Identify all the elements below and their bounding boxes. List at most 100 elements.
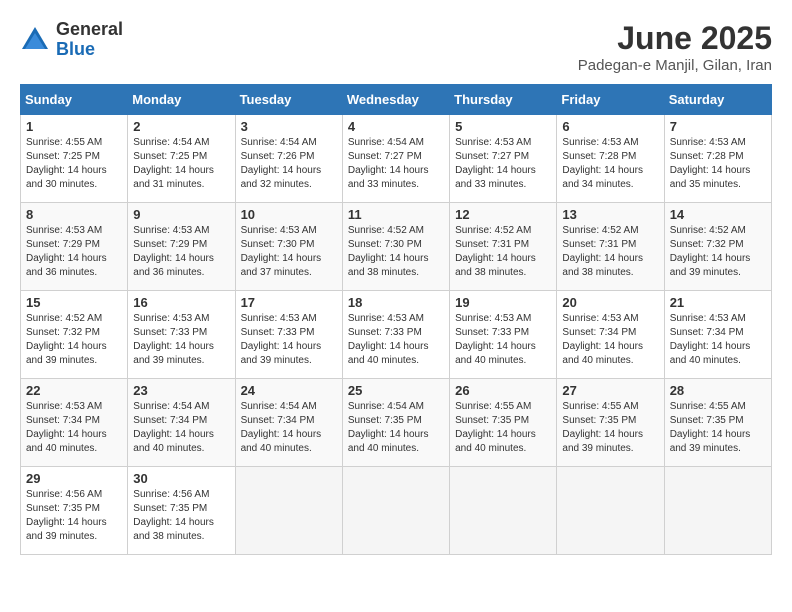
daylight-label: Daylight: 14 hours and 34 minutes. bbox=[562, 165, 643, 190]
calendar-cell: 30 Sunrise: 4:56 AM Sunset: 7:35 PM Dayl… bbox=[128, 467, 235, 555]
day-info: Sunrise: 4:53 AM Sunset: 7:27 PM Dayligh… bbox=[455, 136, 551, 192]
day-number: 30 bbox=[133, 471, 229, 486]
sunrise-label: Sunrise: 4:54 AM bbox=[348, 137, 424, 148]
calendar-cell: 24 Sunrise: 4:54 AM Sunset: 7:34 PM Dayl… bbox=[235, 379, 342, 467]
calendar-cell: 26 Sunrise: 4:55 AM Sunset: 7:35 PM Dayl… bbox=[450, 379, 557, 467]
day-number: 3 bbox=[241, 119, 337, 134]
day-info: Sunrise: 4:53 AM Sunset: 7:34 PM Dayligh… bbox=[562, 312, 658, 368]
day-number: 13 bbox=[562, 207, 658, 222]
col-header-sunday: Sunday bbox=[21, 85, 128, 115]
day-number: 24 bbox=[241, 383, 337, 398]
day-info: Sunrise: 4:56 AM Sunset: 7:35 PM Dayligh… bbox=[133, 488, 229, 544]
day-number: 27 bbox=[562, 383, 658, 398]
daylight-label: Daylight: 14 hours and 39 minutes. bbox=[562, 429, 643, 454]
sunset-label: Sunset: 7:30 PM bbox=[241, 239, 315, 250]
day-number: 9 bbox=[133, 207, 229, 222]
sunset-label: Sunset: 7:31 PM bbox=[455, 239, 529, 250]
day-info: Sunrise: 4:56 AM Sunset: 7:35 PM Dayligh… bbox=[26, 488, 122, 544]
calendar-cell: 13 Sunrise: 4:52 AM Sunset: 7:31 PM Dayl… bbox=[557, 203, 664, 291]
day-info: Sunrise: 4:53 AM Sunset: 7:33 PM Dayligh… bbox=[455, 312, 551, 368]
daylight-label: Daylight: 14 hours and 38 minutes. bbox=[133, 517, 214, 542]
day-info: Sunrise: 4:54 AM Sunset: 7:27 PM Dayligh… bbox=[348, 136, 444, 192]
sunrise-label: Sunrise: 4:53 AM bbox=[26, 401, 102, 412]
calendar-week-3: 15 Sunrise: 4:52 AM Sunset: 7:32 PM Dayl… bbox=[21, 291, 772, 379]
sunrise-label: Sunrise: 4:55 AM bbox=[26, 137, 102, 148]
sunrise-label: Sunrise: 4:53 AM bbox=[133, 225, 209, 236]
daylight-label: Daylight: 14 hours and 40 minutes. bbox=[348, 341, 429, 366]
daylight-label: Daylight: 14 hours and 39 minutes. bbox=[26, 517, 107, 542]
calendar-cell: 2 Sunrise: 4:54 AM Sunset: 7:25 PM Dayli… bbox=[128, 115, 235, 203]
sunrise-label: Sunrise: 4:52 AM bbox=[348, 225, 424, 236]
daylight-label: Daylight: 14 hours and 40 minutes. bbox=[133, 429, 214, 454]
daylight-label: Daylight: 14 hours and 38 minutes. bbox=[562, 253, 643, 278]
calendar-cell: 12 Sunrise: 4:52 AM Sunset: 7:31 PM Dayl… bbox=[450, 203, 557, 291]
daylight-label: Daylight: 14 hours and 39 minutes. bbox=[241, 341, 322, 366]
sunrise-label: Sunrise: 4:55 AM bbox=[455, 401, 531, 412]
day-info: Sunrise: 4:52 AM Sunset: 7:31 PM Dayligh… bbox=[562, 224, 658, 280]
calendar-cell: 19 Sunrise: 4:53 AM Sunset: 7:33 PM Dayl… bbox=[450, 291, 557, 379]
logo-text: General Blue bbox=[56, 20, 123, 60]
sunrise-label: Sunrise: 4:54 AM bbox=[133, 137, 209, 148]
day-number: 28 bbox=[670, 383, 766, 398]
sunrise-label: Sunrise: 4:53 AM bbox=[562, 137, 638, 148]
day-number: 5 bbox=[455, 119, 551, 134]
header-row: SundayMondayTuesdayWednesdayThursdayFrid… bbox=[21, 85, 772, 115]
daylight-label: Daylight: 14 hours and 39 minutes. bbox=[133, 341, 214, 366]
daylight-label: Daylight: 14 hours and 35 minutes. bbox=[670, 165, 751, 190]
calendar-week-4: 22 Sunrise: 4:53 AM Sunset: 7:34 PM Dayl… bbox=[21, 379, 772, 467]
col-header-wednesday: Wednesday bbox=[342, 85, 449, 115]
day-info: Sunrise: 4:53 AM Sunset: 7:34 PM Dayligh… bbox=[670, 312, 766, 368]
calendar-cell: 18 Sunrise: 4:53 AM Sunset: 7:33 PM Dayl… bbox=[342, 291, 449, 379]
daylight-label: Daylight: 14 hours and 40 minutes. bbox=[455, 429, 536, 454]
sunrise-label: Sunrise: 4:53 AM bbox=[670, 137, 746, 148]
day-number: 4 bbox=[348, 119, 444, 134]
calendar-cell bbox=[235, 467, 342, 555]
col-header-saturday: Saturday bbox=[664, 85, 771, 115]
sunrise-label: Sunrise: 4:55 AM bbox=[670, 401, 746, 412]
sunrise-label: Sunrise: 4:52 AM bbox=[670, 225, 746, 236]
day-number: 25 bbox=[348, 383, 444, 398]
daylight-label: Daylight: 14 hours and 40 minutes. bbox=[455, 341, 536, 366]
logo-icon bbox=[20, 25, 50, 55]
col-header-friday: Friday bbox=[557, 85, 664, 115]
day-number: 17 bbox=[241, 295, 337, 310]
calendar-cell: 15 Sunrise: 4:52 AM Sunset: 7:32 PM Dayl… bbox=[21, 291, 128, 379]
sunset-label: Sunset: 7:32 PM bbox=[670, 239, 744, 250]
day-info: Sunrise: 4:54 AM Sunset: 7:25 PM Dayligh… bbox=[133, 136, 229, 192]
calendar-cell bbox=[557, 467, 664, 555]
month-title: June 2025 bbox=[578, 20, 772, 57]
sunrise-label: Sunrise: 4:52 AM bbox=[455, 225, 531, 236]
day-number: 1 bbox=[26, 119, 122, 134]
calendar-cell bbox=[450, 467, 557, 555]
day-number: 16 bbox=[133, 295, 229, 310]
sunset-label: Sunset: 7:31 PM bbox=[562, 239, 636, 250]
sunrise-label: Sunrise: 4:54 AM bbox=[241, 401, 317, 412]
sunset-label: Sunset: 7:33 PM bbox=[133, 327, 207, 338]
sunrise-label: Sunrise: 4:55 AM bbox=[562, 401, 638, 412]
sunset-label: Sunset: 7:25 PM bbox=[26, 151, 100, 162]
day-info: Sunrise: 4:54 AM Sunset: 7:26 PM Dayligh… bbox=[241, 136, 337, 192]
sunrise-label: Sunrise: 4:53 AM bbox=[133, 313, 209, 324]
daylight-label: Daylight: 14 hours and 37 minutes. bbox=[241, 253, 322, 278]
sunset-label: Sunset: 7:35 PM bbox=[133, 503, 207, 514]
day-number: 21 bbox=[670, 295, 766, 310]
day-number: 29 bbox=[26, 471, 122, 486]
sunset-label: Sunset: 7:28 PM bbox=[562, 151, 636, 162]
day-info: Sunrise: 4:53 AM Sunset: 7:33 PM Dayligh… bbox=[241, 312, 337, 368]
daylight-label: Daylight: 14 hours and 40 minutes. bbox=[670, 341, 751, 366]
day-info: Sunrise: 4:54 AM Sunset: 7:35 PM Dayligh… bbox=[348, 400, 444, 456]
sunset-label: Sunset: 7:29 PM bbox=[133, 239, 207, 250]
sunrise-label: Sunrise: 4:56 AM bbox=[133, 489, 209, 500]
day-info: Sunrise: 4:52 AM Sunset: 7:32 PM Dayligh… bbox=[26, 312, 122, 368]
day-number: 23 bbox=[133, 383, 229, 398]
calendar-cell: 10 Sunrise: 4:53 AM Sunset: 7:30 PM Dayl… bbox=[235, 203, 342, 291]
calendar-cell: 7 Sunrise: 4:53 AM Sunset: 7:28 PM Dayli… bbox=[664, 115, 771, 203]
daylight-label: Daylight: 14 hours and 33 minutes. bbox=[455, 165, 536, 190]
day-number: 6 bbox=[562, 119, 658, 134]
daylight-label: Daylight: 14 hours and 30 minutes. bbox=[26, 165, 107, 190]
calendar-cell: 9 Sunrise: 4:53 AM Sunset: 7:29 PM Dayli… bbox=[128, 203, 235, 291]
daylight-label: Daylight: 14 hours and 39 minutes. bbox=[670, 429, 751, 454]
day-info: Sunrise: 4:53 AM Sunset: 7:28 PM Dayligh… bbox=[670, 136, 766, 192]
day-number: 11 bbox=[348, 207, 444, 222]
calendar-cell: 25 Sunrise: 4:54 AM Sunset: 7:35 PM Dayl… bbox=[342, 379, 449, 467]
